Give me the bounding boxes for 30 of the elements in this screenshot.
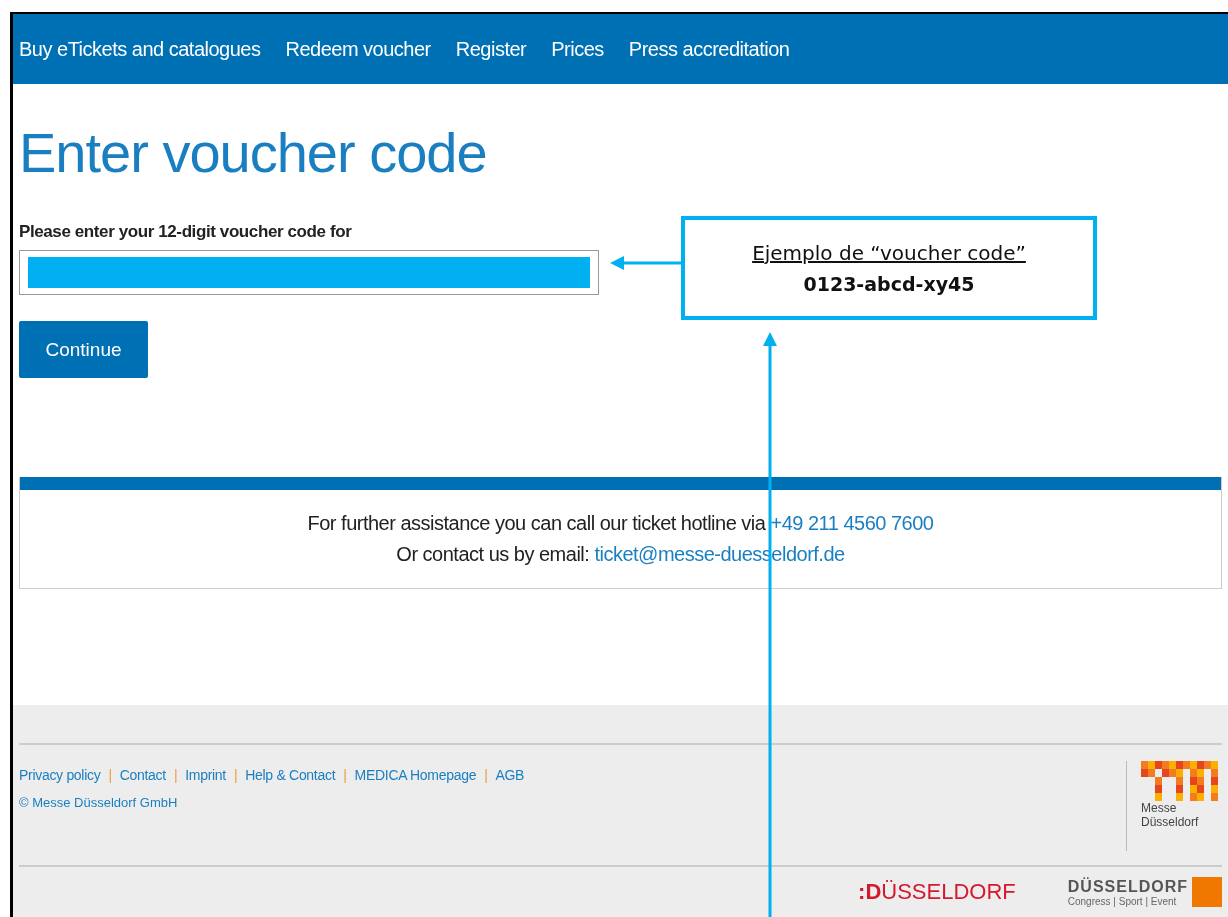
congress-logo-subtitle: Congress | Sport | Event — [1067, 895, 1178, 907]
footer-link[interactable]: Contact — [119, 767, 166, 783]
link-separator: | — [343, 767, 347, 783]
example-code: 0123-abcd-xy45 — [803, 273, 975, 295]
link-separator: | — [484, 767, 488, 783]
city-logo: :DÜSSELDORF — [858, 879, 1016, 905]
footer-link[interactable]: AGB — [495, 767, 525, 783]
link-separator: | — [233, 767, 238, 783]
nav-link[interactable]: Redeem voucher — [285, 37, 431, 61]
logo-text: Düsseldorf — [1141, 815, 1200, 829]
logo-text: Messe — [1141, 801, 1178, 815]
field-label: Please enter your 12-digit voucher code for — [19, 222, 352, 242]
copyright-text: © Messe Düsseldorf GmbH — [19, 795, 179, 810]
link-separator: | — [173, 767, 178, 783]
nav-link[interactable]: Buy eTickets and catalogues — [19, 37, 261, 61]
page-title: Enter voucher code — [19, 120, 487, 186]
callout-title: Ejemplo de “voucher code” — [752, 241, 1026, 265]
voucher-code-field[interactable] — [19, 250, 599, 295]
nav-link[interactable]: Register — [455, 37, 527, 61]
logo-icon — [1141, 761, 1218, 801]
nav-link[interactable]: Prices — [551, 37, 604, 61]
square-logo-icon — [1192, 877, 1222, 907]
continue-button[interactable]: Continue — [19, 321, 148, 378]
congress-logo-title: DÜSSELDORF — [1067, 877, 1188, 896]
link-separator: | — [108, 767, 112, 783]
footer-link[interactable]: Privacy policy — [19, 767, 101, 783]
footer-link[interactable]: Help & Contact — [245, 767, 336, 783]
footer-link[interactable]: MEDICA Homepage — [354, 767, 477, 783]
footer-link[interactable]: Imprint — [185, 767, 226, 783]
nav-link[interactable]: Press accreditation — [628, 37, 790, 61]
